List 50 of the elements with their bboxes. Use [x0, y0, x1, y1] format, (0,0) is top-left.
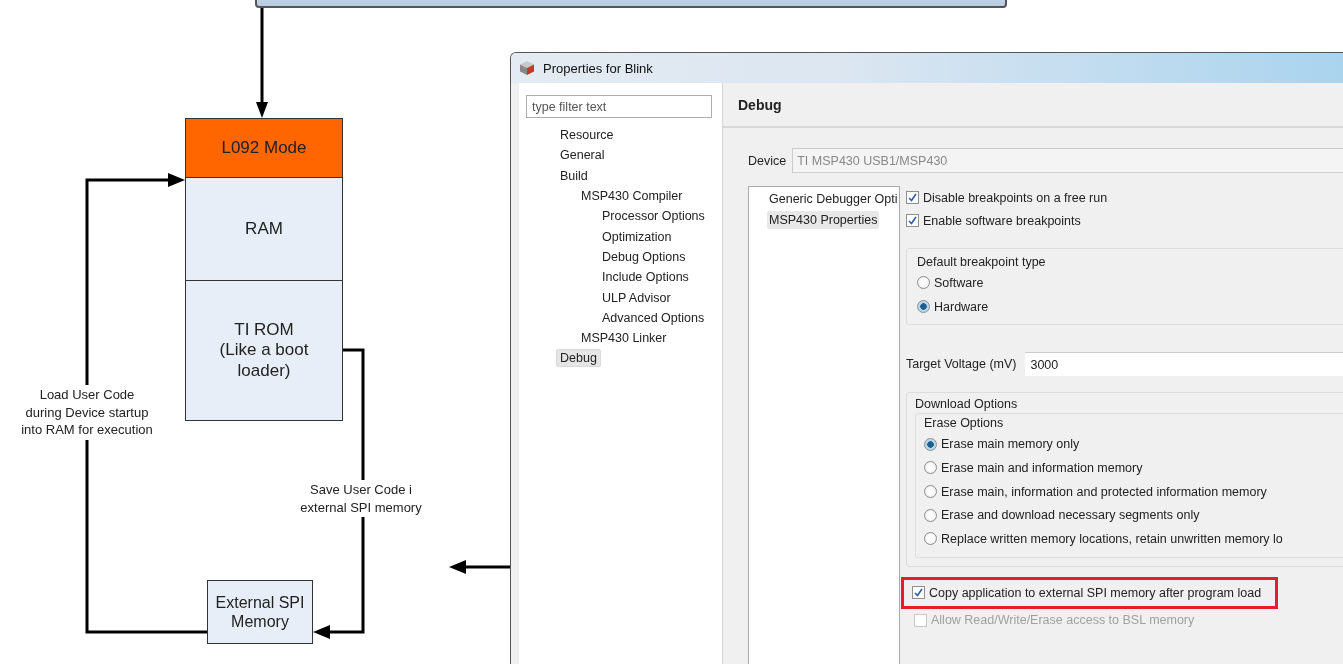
- memory-block: TI ROM (Like a boot loader): [185, 280, 343, 421]
- tree-item[interactable]: Build: [556, 166, 592, 185]
- tree-item[interactable]: Optimization: [598, 227, 676, 246]
- group-title: Erase Options: [924, 416, 1005, 431]
- radio-button[interactable]: [924, 508, 937, 522]
- radio-label: Erase and download necessary segments only: [941, 508, 1200, 523]
- tree-item[interactable]: Debug Options: [598, 247, 690, 266]
- tree-item[interactable]: Debug: [556, 349, 601, 368]
- radio-label: Erase main and information memory: [941, 460, 1143, 475]
- checkbox-label: Enable software breakpoints: [923, 213, 1081, 228]
- radio-button[interactable]: [924, 532, 937, 546]
- checkbox[interactable]: [912, 586, 925, 600]
- tree-item[interactable]: Include Options: [598, 268, 693, 287]
- radio-button[interactable]: [917, 300, 930, 314]
- tree-item[interactable]: MSP430 Compiler: [577, 187, 687, 206]
- memory-block: RAM: [185, 177, 343, 281]
- cube-icon: [519, 60, 535, 76]
- radio-button[interactable]: [924, 485, 937, 499]
- voltage-field[interactable]: 3000: [1025, 352, 1343, 377]
- field-label: Target Voltage (mV): [906, 357, 1017, 372]
- radio-button[interactable]: [924, 437, 937, 451]
- tree-item[interactable]: MSP430 Linker: [577, 329, 671, 348]
- radio-button[interactable]: [924, 461, 937, 475]
- field-label: Device: [748, 153, 787, 168]
- radio-label: Erase main, information and protected information memory: [941, 484, 1267, 499]
- memory-block: L092 Mode: [185, 118, 343, 179]
- radio-button[interactable]: [917, 276, 930, 290]
- radio-label: Hardware: [934, 299, 989, 314]
- checkbox[interactable]: [906, 191, 919, 204]
- tree-item[interactable]: Processor Options: [598, 207, 709, 226]
- memory-block: External SPI Memory: [207, 580, 313, 644]
- radio-label: Software: [934, 275, 984, 290]
- radio-label: Erase main memory only: [941, 437, 1080, 452]
- window-title: Properties for Blink: [543, 60, 653, 76]
- left-arrow: [449, 560, 510, 574]
- filter-field[interactable]: type filter text: [526, 95, 712, 118]
- checkbox-label: Allow Read/Write/Erase access to BSL memory: [931, 613, 1195, 628]
- radio-label: Replace written memory locations, retain unwritten memory lo: [941, 531, 1283, 546]
- page-title: Debug: [738, 96, 782, 113]
- group-title: Download Options: [915, 397, 1019, 412]
- tree-item[interactable]: General: [556, 146, 609, 165]
- list-item[interactable]: Generic Debugger Opti: [767, 190, 900, 208]
- tree-item[interactable]: ULP Advisor: [598, 288, 675, 307]
- group-title: Default breakpoint type: [917, 255, 1047, 269]
- tree-item[interactable]: Resource: [556, 126, 618, 145]
- checkbox[interactable]: [906, 214, 919, 227]
- list-item[interactable]: MSP430 Properties: [767, 211, 880, 229]
- checkbox-label: Copy application to external SPI memory after program load: [929, 585, 1262, 600]
- tree-item[interactable]: Advanced Options: [598, 308, 709, 327]
- checkbox-label: Disable breakpoints on a free run: [923, 190, 1108, 205]
